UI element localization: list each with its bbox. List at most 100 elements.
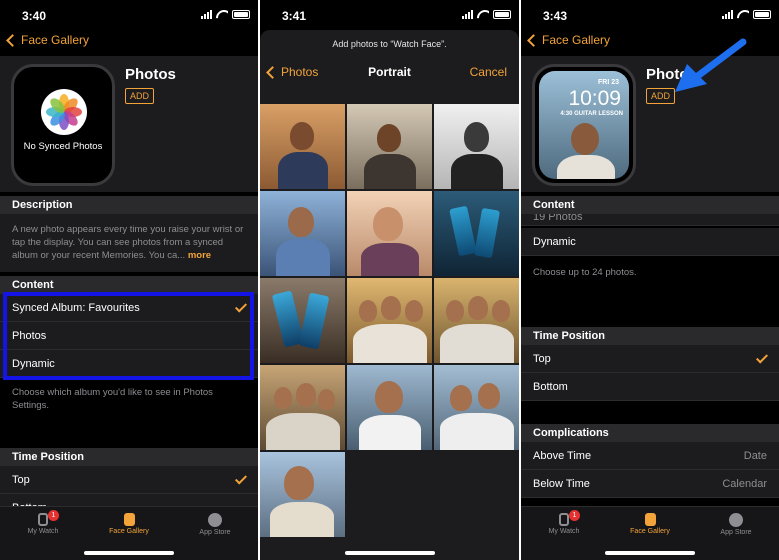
- watch-face-preview: No Synced Photos: [11, 64, 115, 186]
- blue-arrow-icon: [675, 38, 747, 92]
- nav-bar: Face Gallery: [0, 30, 258, 54]
- back-button[interactable]: Face Gallery: [6, 33, 90, 47]
- content-option-dynamic[interactable]: Dynamic: [521, 228, 779, 256]
- back-button[interactable]: Face Gallery: [527, 33, 611, 47]
- chevron-left-icon: [266, 65, 279, 79]
- status-bar: 3:40: [0, 0, 258, 30]
- tab-my-watch[interactable]: 1 My Watch: [8, 510, 78, 535]
- bottom-safe-area: [260, 542, 519, 560]
- content-photos-row[interactable]: 19 Photos: [521, 214, 779, 226]
- watch-event: 4:30 GUITAR LESSON: [560, 111, 623, 117]
- status-time: 3:41: [282, 9, 307, 23]
- screen-face-gallery-photo-added: 3:43 Face Gallery FRI 23 10:09 4:30 GUIT…: [521, 0, 779, 560]
- back-label: Face Gallery: [542, 33, 611, 47]
- signal-icon: [722, 10, 733, 19]
- complications-header: Complications: [521, 424, 779, 442]
- tab-app-store[interactable]: App Store: [701, 513, 771, 536]
- home-indicator: [605, 551, 695, 555]
- wifi-icon: [216, 10, 228, 19]
- description-header: Description: [0, 196, 258, 214]
- wifi-icon: [737, 10, 749, 19]
- app-store-icon: [729, 513, 743, 527]
- photo-thumbnail[interactable]: [347, 365, 432, 450]
- back-label: Face Gallery: [21, 33, 90, 47]
- status-time: 3:43: [543, 9, 568, 23]
- complication-below-time[interactable]: Below Time Calendar: [521, 470, 779, 498]
- complication-value: Date: [743, 450, 767, 462]
- tab-bar: 1 My Watch Face Gallery App Store: [0, 506, 258, 560]
- add-button[interactable]: ADD: [125, 88, 155, 104]
- tab-label: Face Gallery: [630, 528, 670, 535]
- photo-thumbnail[interactable]: [260, 104, 345, 189]
- photo-thumbnail[interactable]: [347, 104, 432, 189]
- time-position-bottom[interactable]: Bottom: [521, 373, 779, 401]
- description-text: A new photo appears every time you raise…: [12, 223, 246, 262]
- tab-bar: 1 My Watch Face Gallery App Store: [521, 506, 779, 560]
- battery-icon: [232, 10, 250, 19]
- picker-prompt: Add photos to “Watch Face”.: [332, 39, 447, 49]
- watch-icon: [38, 513, 48, 526]
- content-photos-count: 19 Photos: [533, 214, 583, 223]
- tab-label: App Store: [199, 529, 231, 536]
- badge: 1: [569, 510, 580, 521]
- time-position-label: Top: [12, 474, 30, 486]
- photo-grid: [260, 90, 519, 540]
- cancel-button[interactable]: Cancel: [470, 65, 507, 79]
- photo-thumbnail[interactable]: [434, 365, 519, 450]
- photo-thumbnail[interactable]: [260, 278, 345, 363]
- app-store-icon: [208, 513, 222, 527]
- tab-my-watch[interactable]: 1 My Watch: [529, 510, 599, 535]
- time-position-top[interactable]: Top: [0, 466, 258, 494]
- status-bar: 3:43: [521, 0, 779, 30]
- checkmark-icon: [234, 472, 248, 485]
- chevron-left-icon: [6, 33, 19, 47]
- screen-face-gallery-photos: 3:40 Face Gallery No Synced Photos Photo…: [0, 0, 258, 560]
- content-note: Choose up to 24 photos.: [533, 267, 637, 278]
- status-time: 3:40: [22, 9, 47, 23]
- time-position-header: Time Position: [0, 448, 258, 466]
- more-link[interactable]: more: [188, 250, 211, 261]
- home-indicator: [84, 551, 174, 555]
- photo-thumbnail[interactable]: [434, 278, 519, 363]
- tab-app-store[interactable]: App Store: [180, 513, 250, 536]
- back-button[interactable]: Photos: [266, 65, 319, 79]
- complication-label: Below Time: [533, 478, 590, 490]
- tab-label: My Watch: [27, 528, 59, 535]
- photos-app-icon: [41, 89, 87, 135]
- status-icons: [462, 10, 511, 19]
- photo-thumbnail[interactable]: [434, 104, 519, 189]
- tab-label: Face Gallery: [109, 528, 149, 535]
- face-gallery-icon: [644, 513, 656, 526]
- photo-thumbnail[interactable]: [347, 278, 432, 363]
- photo-thumbnail[interactable]: [434, 191, 519, 276]
- photo-thumbnail[interactable]: [347, 191, 432, 276]
- content-header: Content: [521, 196, 779, 214]
- signal-icon: [462, 10, 473, 19]
- watch-date: FRI 23: [597, 79, 619, 86]
- back-label: Photos: [281, 65, 319, 79]
- time-position-top[interactable]: Top: [521, 345, 779, 373]
- tab-label: My Watch: [548, 528, 580, 535]
- photo-thumbnail[interactable]: [260, 191, 345, 276]
- face-gallery-icon: [123, 513, 135, 526]
- picker-nav-bar: Photos Portrait Cancel: [260, 62, 519, 86]
- tab-face-gallery[interactable]: Face Gallery: [615, 513, 685, 535]
- badge: 1: [48, 510, 59, 521]
- photo-thumbnail[interactable]: [260, 365, 345, 450]
- content-note: Choose which album you'd like to see in …: [12, 387, 213, 411]
- checkmark-icon: [755, 351, 769, 364]
- content-option-label: Dynamic: [533, 236, 576, 248]
- no-synced-label: No Synced Photos: [23, 141, 103, 152]
- battery-icon: [493, 10, 511, 19]
- time-position-label: Bottom: [533, 381, 568, 393]
- signal-icon: [201, 10, 212, 19]
- tab-face-gallery[interactable]: Face Gallery: [94, 513, 164, 535]
- face-title: Photos: [125, 66, 176, 83]
- complication-above-time[interactable]: Above Time Date: [521, 442, 779, 470]
- battery-icon: [753, 10, 771, 19]
- home-indicator: [344, 551, 435, 555]
- photo-thumbnail[interactable]: [260, 452, 345, 537]
- complication-value: Calendar: [722, 478, 767, 490]
- time-position-label: Top: [533, 353, 551, 365]
- highlight-box: [3, 292, 254, 380]
